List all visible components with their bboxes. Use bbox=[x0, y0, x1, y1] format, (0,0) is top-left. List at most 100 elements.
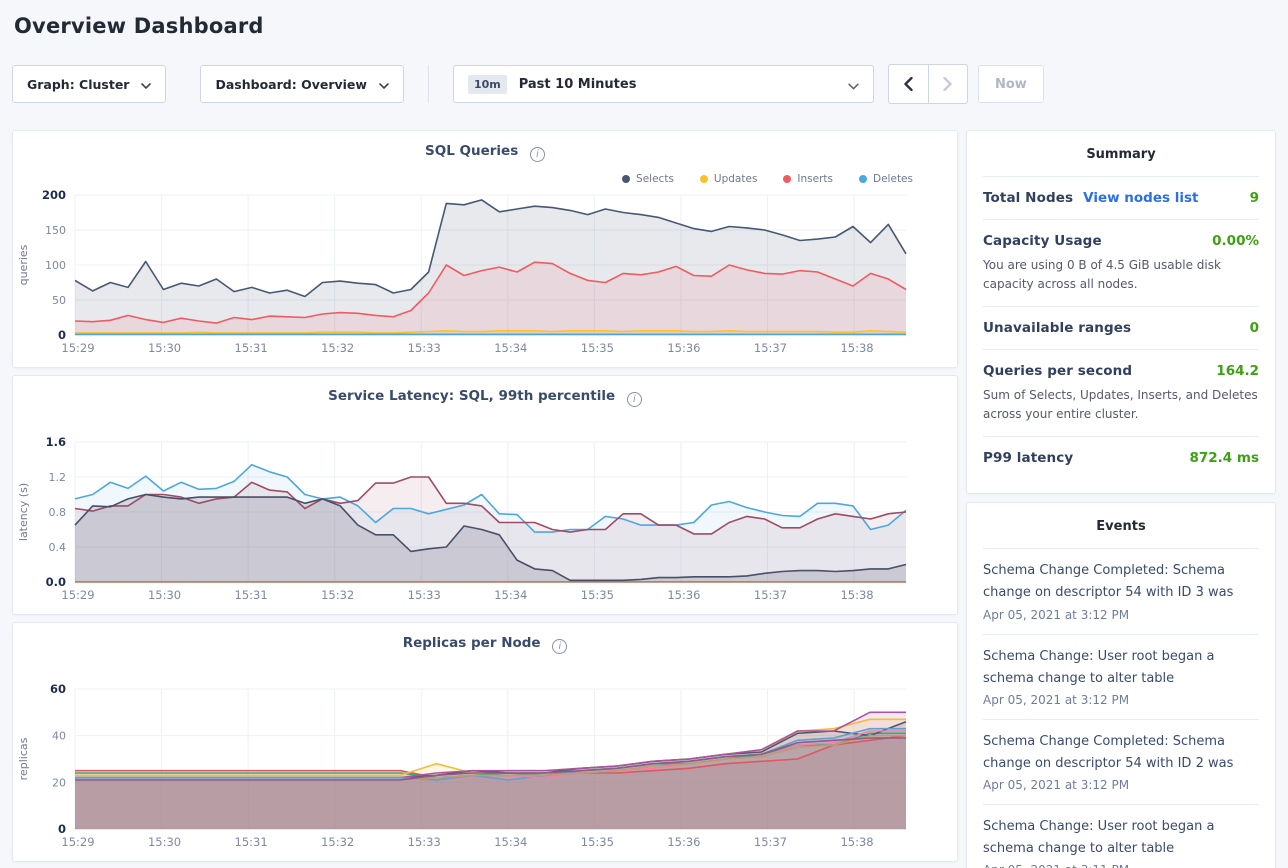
svg-text:0.8: 0.8 bbox=[49, 506, 67, 519]
overview-dashboard-page: Overview Dashboard Graph: Cluster Dashbo… bbox=[0, 0, 1288, 868]
chart-title: SQL Queries bbox=[425, 143, 518, 159]
summary-row-p99-latency: P99 latency 872.4 ms bbox=[983, 436, 1259, 479]
summary-row-description: Sum of Selects, Updates, Inserts, and De… bbox=[983, 386, 1259, 423]
legend-item[interactable]: Selects bbox=[622, 171, 674, 187]
svg-text:50: 50 bbox=[52, 294, 66, 307]
svg-text:15:36: 15:36 bbox=[667, 835, 700, 849]
summary-row-queries-per-second: Queries per second 164.2 Sum of Selects,… bbox=[983, 349, 1259, 436]
events-title: Events bbox=[983, 519, 1259, 534]
graph-dropdown[interactable]: Graph: Cluster bbox=[12, 65, 166, 103]
summary-row-value: 164.2 bbox=[1216, 363, 1259, 379]
sql-queries-plot[interactable]: 05010015020015:2915:3015:3115:3215:3315:… bbox=[13, 187, 957, 363]
chart-title-row: Service Latency: SQL, 99th percentile i bbox=[13, 388, 957, 412]
legend-dot-icon bbox=[859, 175, 867, 183]
time-forward-button[interactable] bbox=[928, 65, 967, 103]
event-item[interactable]: Schema Change: User root began a schema … bbox=[983, 804, 1259, 868]
svg-text:60: 60 bbox=[50, 682, 66, 696]
page-title: Overview Dashboard bbox=[14, 14, 1276, 38]
time-back-button[interactable] bbox=[889, 65, 928, 103]
summary-row-label: P99 latency bbox=[983, 450, 1073, 466]
time-range-badge: 10m bbox=[468, 75, 507, 94]
toolbar-divider bbox=[428, 65, 429, 103]
sidebar-column: Summary Total Nodes View nodes list 9 Ca… bbox=[966, 130, 1276, 868]
time-range-label: Past 10 Minutes bbox=[519, 77, 836, 92]
dashboard-dropdown[interactable]: Dashboard: Overview bbox=[200, 65, 403, 103]
replicas-per-node-plot[interactable]: 020406015:2915:3015:3115:3215:3315:3415:… bbox=[13, 681, 957, 857]
svg-text:15:31: 15:31 bbox=[235, 835, 268, 849]
summary-row-value: 9 bbox=[1250, 190, 1259, 206]
svg-text:100: 100 bbox=[45, 259, 66, 272]
svg-text:15:29: 15:29 bbox=[61, 341, 94, 355]
summary-panel: Summary Total Nodes View nodes list 9 Ca… bbox=[966, 130, 1276, 494]
legend-dot-icon bbox=[622, 175, 630, 183]
chart-title-row: Replicas per Node i bbox=[13, 635, 957, 659]
svg-text:15:34: 15:34 bbox=[494, 835, 527, 849]
summary-row-label: Queries per second bbox=[983, 363, 1132, 379]
event-text: Schema Change Completed: Schema change o… bbox=[983, 731, 1259, 775]
svg-text:15:35: 15:35 bbox=[581, 341, 614, 355]
svg-text:15:34: 15:34 bbox=[494, 341, 527, 355]
summary-title: Summary bbox=[983, 147, 1259, 162]
service-latency-chart-card: Service Latency: SQL, 99th percentile i … bbox=[12, 375, 958, 615]
svg-text:20: 20 bbox=[52, 776, 66, 789]
event-item[interactable]: Schema Change: User root began a schema … bbox=[983, 634, 1259, 719]
svg-text:15:30: 15:30 bbox=[148, 341, 181, 355]
time-nav-arrows bbox=[888, 64, 968, 104]
svg-text:15:38: 15:38 bbox=[840, 835, 873, 849]
svg-text:15:29: 15:29 bbox=[61, 588, 94, 602]
view-nodes-list-link[interactable]: View nodes list bbox=[1083, 190, 1198, 206]
svg-text:15:31: 15:31 bbox=[235, 588, 268, 602]
now-button[interactable]: Now bbox=[978, 65, 1044, 103]
legend-item[interactable]: Deletes bbox=[859, 171, 913, 187]
events-panel: Events Schema Change Completed: Schema c… bbox=[966, 502, 1276, 868]
service-latency-plot[interactable]: 0.00.40.81.21.615:2915:3015:3115:3215:33… bbox=[13, 434, 957, 610]
svg-text:15:38: 15:38 bbox=[840, 588, 873, 602]
svg-text:15:35: 15:35 bbox=[581, 588, 614, 602]
graph-dropdown-label: Graph: Cluster bbox=[27, 77, 129, 92]
chart-title: Service Latency: SQL, 99th percentile bbox=[328, 388, 615, 404]
info-icon[interactable]: i bbox=[627, 392, 642, 407]
chart-legend: Selects Updates Inserts Deletes bbox=[13, 167, 957, 187]
summary-row-label: Total Nodes bbox=[983, 190, 1073, 206]
svg-text:0.0: 0.0 bbox=[46, 575, 66, 589]
legend-item[interactable]: Updates bbox=[700, 171, 758, 187]
summary-row-total-nodes: Total Nodes View nodes list 9 bbox=[983, 176, 1259, 219]
svg-text:15:33: 15:33 bbox=[408, 835, 441, 849]
svg-text:0.4: 0.4 bbox=[49, 541, 67, 554]
svg-text:0: 0 bbox=[58, 328, 66, 342]
summary-row-value: 0 bbox=[1250, 320, 1259, 336]
svg-text:1.6: 1.6 bbox=[46, 435, 66, 449]
event-timestamp: Apr 05, 2021 at 3:12 PM bbox=[983, 778, 1259, 792]
chart-title-row: SQL Queries i bbox=[13, 143, 957, 167]
event-item[interactable]: Schema Change Completed: Schema change o… bbox=[983, 719, 1259, 804]
event-timestamp: Apr 05, 2021 at 3:12 PM bbox=[983, 693, 1259, 707]
chevron-left-icon bbox=[904, 77, 913, 91]
svg-text:latency (s): latency (s) bbox=[17, 483, 30, 541]
event-timestamp: Apr 05, 2021 at 3:11 PM bbox=[983, 863, 1259, 868]
svg-text:15:37: 15:37 bbox=[754, 341, 787, 355]
summary-row-capacity-usage: Capacity Usage 0.00% You are using 0 B o… bbox=[983, 219, 1259, 306]
chevron-right-icon bbox=[943, 77, 952, 91]
svg-text:15:36: 15:36 bbox=[667, 341, 700, 355]
event-item[interactable]: Schema Change Completed: Schema change o… bbox=[983, 548, 1259, 633]
now-button-label: Now bbox=[995, 77, 1027, 92]
main-content: SQL Queries i Selects Updates Inserts Delet… bbox=[12, 130, 1276, 868]
dashboard-dropdown-label: Dashboard: Overview bbox=[215, 77, 366, 92]
svg-text:15:36: 15:36 bbox=[667, 588, 700, 602]
info-icon[interactable]: i bbox=[552, 639, 567, 654]
legend-item[interactable]: Inserts bbox=[783, 171, 833, 187]
summary-row-label: Capacity Usage bbox=[983, 233, 1102, 249]
summary-row-value: 0.00% bbox=[1212, 233, 1259, 249]
summary-row-unavailable-ranges: Unavailable ranges 0 bbox=[983, 306, 1259, 349]
svg-text:1.2: 1.2 bbox=[49, 471, 67, 484]
time-range-picker[interactable]: 10m Past 10 Minutes bbox=[453, 65, 874, 103]
svg-text:15:31: 15:31 bbox=[235, 341, 268, 355]
svg-text:15:32: 15:32 bbox=[321, 588, 354, 602]
svg-text:15:30: 15:30 bbox=[148, 835, 181, 849]
svg-text:0: 0 bbox=[58, 822, 66, 836]
replicas-per-node-chart-card: Replicas per Node i 020406015:2915:3015:… bbox=[12, 622, 958, 862]
event-timestamp: Apr 05, 2021 at 3:12 PM bbox=[983, 608, 1259, 622]
info-icon[interactable]: i bbox=[530, 147, 545, 162]
svg-text:15:30: 15:30 bbox=[148, 588, 181, 602]
svg-text:15:37: 15:37 bbox=[754, 588, 787, 602]
